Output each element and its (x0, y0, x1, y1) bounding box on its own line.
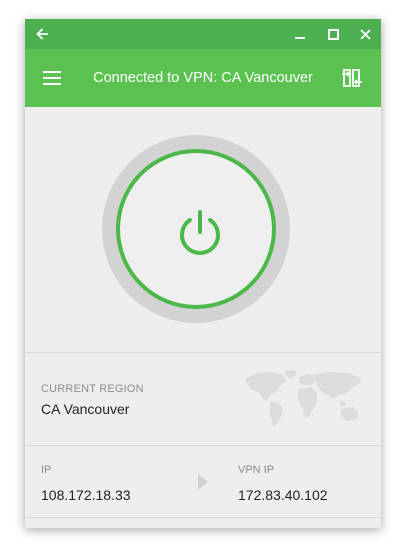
minimize-icon (295, 37, 305, 39)
menu-button[interactable] (41, 69, 63, 87)
close-icon (359, 28, 371, 40)
maximize-icon (327, 28, 339, 40)
arrow-left-icon (36, 28, 48, 40)
vpn-app-window: Connected to VPN: CA Vancouver CURRENT R… (25, 19, 381, 528)
current-region-value: CA Vancouver (41, 401, 130, 417)
ip-label: IP (41, 464, 52, 476)
window-titlebar (25, 19, 381, 49)
back-button[interactable] (31, 19, 53, 49)
vpn-ip-value: 172.83.40.102 (238, 487, 328, 503)
current-region-label: CURRENT REGION (41, 383, 144, 395)
connection-status-title: Connected to VPN: CA Vancouver (93, 70, 313, 86)
ip-value: 108.172.18.33 (41, 487, 131, 503)
app-header: Connected to VPN: CA Vancouver (25, 49, 381, 107)
maximize-button[interactable] (322, 19, 344, 49)
minimize-button[interactable] (289, 19, 311, 49)
power-toggle-button[interactable] (116, 149, 276, 309)
world-map-icon (245, 370, 361, 427)
close-button[interactable] (354, 19, 376, 49)
arrow-right-icon (198, 474, 208, 490)
switch-server-icon (342, 69, 362, 87)
current-region-selector[interactable]: CURRENT REGION CA Vancouver (25, 353, 381, 445)
hamburger-menu-icon (43, 71, 61, 85)
vpn-ip-label: VPN IP (238, 464, 275, 476)
ip-info-bar: IP 108.172.18.33 VPN IP 172.83.40.102 (25, 446, 381, 516)
power-button-area (25, 107, 381, 372)
switch-server-button[interactable] (340, 66, 364, 90)
divider (25, 517, 381, 518)
